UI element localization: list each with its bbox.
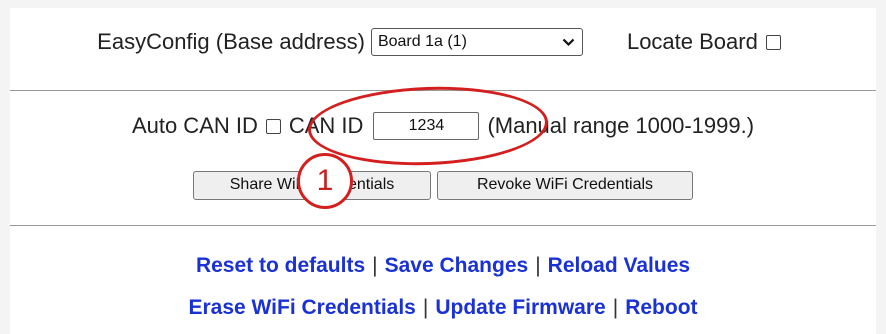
- reload-values-link[interactable]: Reload Values: [548, 254, 690, 278]
- revoke-wifi-credentials-button[interactable]: Revoke WiFi Credentials: [437, 170, 693, 200]
- can-id-range-hint: (Manual range 1000-1999.): [487, 113, 755, 138]
- easyconfig-row: EasyConfig (Base address) Board 1a (1) L…: [10, 24, 876, 60]
- settings-panel: EasyConfig (Base address) Board 1a (1) L…: [10, 8, 876, 334]
- link-separator: |: [372, 254, 378, 277]
- can-id-label: CAN ID: [288, 113, 364, 138]
- auto-can-id-checkbox[interactable]: [265, 118, 281, 134]
- divider-bottom: [10, 225, 876, 226]
- share-wifi-credentials-button[interactable]: Share WiFi Credentials: [193, 170, 431, 200]
- locate-board-label: Locate Board: [626, 29, 758, 54]
- reboot-link[interactable]: Reboot: [625, 296, 697, 320]
- links-row-2: Erase WiFi Credentials | Update Firmware…: [10, 292, 876, 324]
- wifi-buttons-row: Share WiFi Credentials Revoke WiFi Crede…: [10, 169, 876, 201]
- board-select-value: Board 1a (1): [377, 33, 467, 50]
- link-separator: |: [535, 254, 541, 277]
- update-firmware-link[interactable]: Update Firmware: [435, 296, 605, 320]
- link-separator: |: [422, 296, 429, 319]
- auto-can-id-label: Auto CAN ID: [131, 113, 258, 138]
- can-id-row: Auto CAN ID CAN ID 1234 (Manual range 10…: [10, 108, 876, 144]
- can-id-input[interactable]: 1234: [373, 112, 480, 140]
- save-changes-link[interactable]: Save Changes: [385, 254, 529, 278]
- link-separator: |: [612, 296, 619, 319]
- divider-top: [10, 90, 876, 91]
- locate-board-checkbox[interactable]: [765, 34, 781, 50]
- erase-wifi-credentials-link[interactable]: Erase WiFi Credentials: [188, 296, 415, 320]
- links-row-1: Reset to defaults | Save Changes | Reloa…: [10, 250, 876, 282]
- chevron-down-icon: [562, 38, 575, 47]
- reset-to-defaults-link[interactable]: Reset to defaults: [196, 254, 365, 278]
- easyconfig-label: EasyConfig (Base address): [97, 29, 365, 54]
- board-select[interactable]: Board 1a (1): [370, 28, 583, 56]
